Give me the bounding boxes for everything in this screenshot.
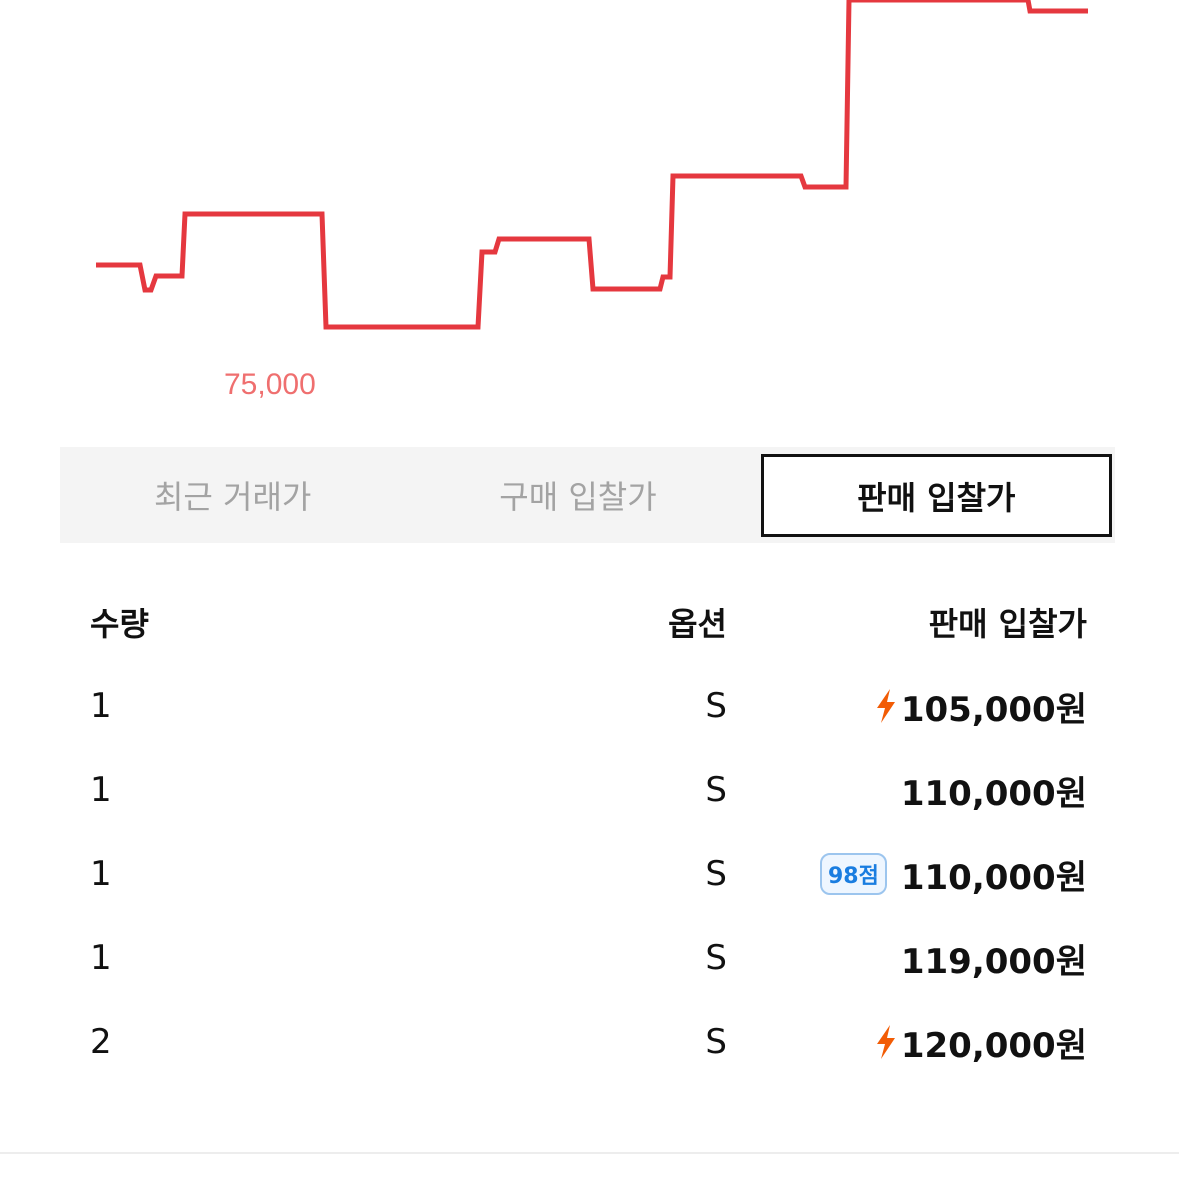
table-row: 1 S 105,000원: [0, 664, 1179, 748]
lightning-icon: [876, 689, 895, 723]
bottom-divider: [0, 1152, 1179, 1154]
row-price: 110,000원: [900, 773, 1087, 814]
price-series-line: [96, 0, 1088, 330]
row-option: S: [705, 854, 727, 894]
header-price: 판매 입찰가: [928, 605, 1087, 643]
price-line-chart: [96, 0, 1088, 330]
row-price-cell: 110,000원: [901, 748, 1087, 832]
row-quantity: 1: [90, 686, 112, 726]
min-price-label: 75,000: [224, 368, 316, 401]
row-quantity: 1: [90, 854, 112, 894]
table-row: 1 S 119,000원: [0, 916, 1179, 1000]
table-header: 수량 옵션 판매 입찰가: [0, 580, 1179, 664]
row-price-cell: 120,000원: [873, 1000, 1087, 1084]
header-option: 옵션: [668, 605, 727, 643]
row-quantity: 1: [90, 938, 112, 978]
lightning-icon: [876, 1025, 895, 1059]
score-badge: 98점: [820, 853, 887, 895]
row-price: 120,000원: [900, 1025, 1087, 1066]
row-price: 110,000원: [900, 857, 1087, 898]
tab-buy-bids[interactable]: 구매 입찰가: [405, 447, 750, 543]
sell-bids-table: 수량 옵션 판매 입찰가 1 S 105,000원 1 S 110,000원 1…: [0, 580, 1179, 1084]
header-quantity: 수량: [90, 605, 149, 643]
table-row: 1 S 98점 110,000원: [0, 832, 1179, 916]
tab-recent-trades[interactable]: 최근 거래가: [60, 447, 405, 543]
row-quantity: 1: [90, 770, 112, 810]
row-option: S: [705, 770, 727, 810]
row-price-cell: 105,000원: [873, 664, 1087, 748]
table-row: 2 S 120,000원: [0, 1000, 1179, 1084]
tab-sell-bids[interactable]: 판매 입찰가: [760, 454, 1112, 537]
row-option: S: [705, 686, 727, 726]
row-option: S: [705, 1022, 727, 1062]
price-chart: 75,000: [0, 0, 1179, 430]
row-option: S: [705, 938, 727, 978]
row-price: 105,000원: [900, 689, 1087, 730]
row-price: 119,000원: [900, 941, 1087, 982]
row-quantity: 2: [90, 1022, 112, 1062]
table-row: 1 S 110,000원: [0, 748, 1179, 832]
row-price-cell: 119,000원: [901, 916, 1087, 1000]
row-price-cell: 98점 110,000원: [820, 832, 1087, 916]
price-tabs: 최근 거래가 구매 입찰가 판매 입찰가: [60, 447, 1115, 543]
